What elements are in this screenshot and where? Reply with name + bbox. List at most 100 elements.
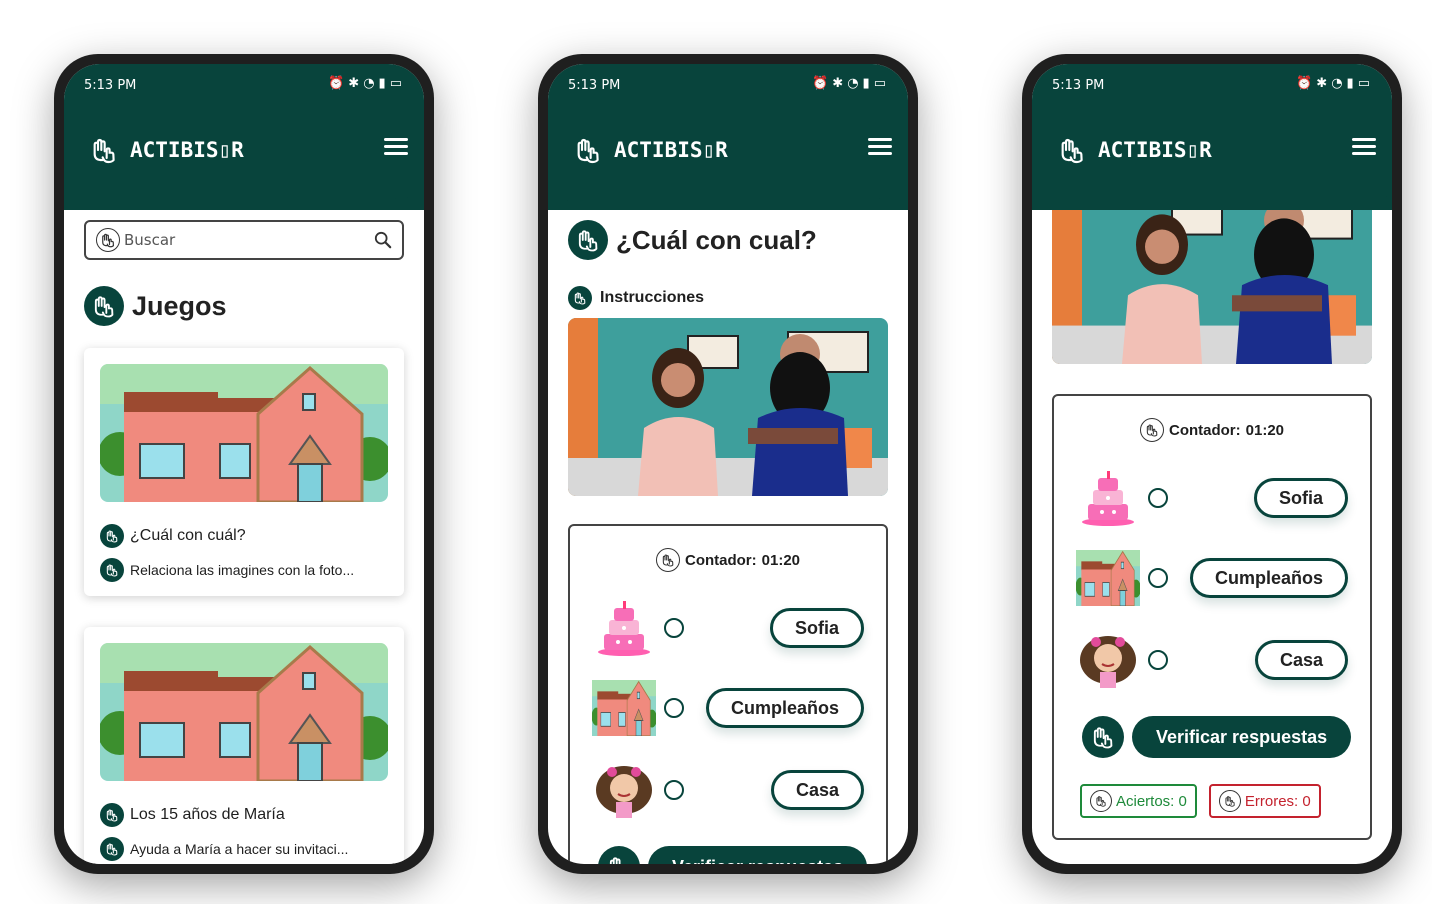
match-radio[interactable] bbox=[664, 780, 684, 800]
search-input[interactable]: Buscar bbox=[124, 231, 374, 249]
logo-hands-icon bbox=[1048, 134, 1096, 166]
sign-language-icon[interactable] bbox=[84, 286, 124, 326]
wifi-icon: ◔ bbox=[363, 76, 379, 91]
word-button[interactable]: Cumpleaños bbox=[1189, 558, 1348, 598]
match-radio[interactable] bbox=[1148, 488, 1168, 508]
hamburger-menu-icon[interactable] bbox=[384, 138, 408, 156]
word-button[interactable]: Sofia bbox=[1253, 478, 1348, 518]
match-radio[interactable] bbox=[664, 618, 684, 638]
sign-language-icon bbox=[96, 228, 120, 252]
page-title-label: ¿Cuál con cual? bbox=[616, 224, 817, 255]
sign-language-icon[interactable] bbox=[100, 837, 124, 861]
word-button[interactable]: Sofia bbox=[769, 608, 864, 648]
bluetooth-icon: ✱ bbox=[832, 76, 848, 91]
match-row: Cumpleaños bbox=[570, 680, 886, 740]
status-time: 5:13 PM bbox=[568, 78, 621, 93]
section-title-label: Juegos bbox=[132, 290, 227, 321]
match-radio[interactable] bbox=[1148, 568, 1168, 588]
word-button[interactable]: Casa bbox=[770, 770, 864, 810]
game-title: Los 15 años de María bbox=[130, 806, 285, 823]
wifi-icon: ◔ bbox=[847, 76, 863, 91]
screen-games-list: 5:13 PM ⏰✱◔▮▭ ACTIBIS▯R Buscar Juegos ¿C… bbox=[64, 64, 424, 864]
sign-language-icon[interactable] bbox=[100, 803, 124, 827]
error-count-label: Errores: 0 bbox=[1244, 792, 1311, 810]
phone-frame-game-scrolled: 5:13 PM ⏰✱◔▮▭ ACTIBIS▯R Contador: 01:20 bbox=[1022, 54, 1402, 874]
matching-game-box: Contador: 01:20 Sofia Cumpleaños Casa bbox=[568, 524, 888, 864]
counter-label: Contador: bbox=[1168, 421, 1241, 439]
game-thumbnail bbox=[100, 364, 388, 502]
screen-game-scrolled: 5:13 PM ⏰✱◔▮▭ ACTIBIS▯R Contador: 01:20 bbox=[1032, 64, 1392, 864]
battery-icon: ▭ bbox=[389, 76, 406, 91]
hamburger-menu-icon[interactable] bbox=[1352, 138, 1376, 156]
matching-game-box: Contador: 01:20 Sofia Cumpleaños Casa bbox=[1052, 394, 1372, 840]
match-row: Sofia bbox=[570, 600, 886, 660]
alarm-icon: ⏰ bbox=[812, 76, 833, 91]
header-wave bbox=[1032, 184, 1392, 203]
app-logo[interactable]: ACTIBIS▯R bbox=[564, 134, 728, 166]
sign-language-icon[interactable] bbox=[1090, 790, 1112, 812]
sign-language-icon[interactable] bbox=[100, 558, 124, 582]
house-image[interactable] bbox=[592, 680, 656, 736]
instructions-heading: Instrucciones bbox=[568, 286, 704, 310]
status-icons: ⏰✱◔▮▭ bbox=[1296, 76, 1374, 91]
match-row: Cumpleaños bbox=[1054, 550, 1370, 610]
cake-image[interactable] bbox=[1076, 470, 1140, 526]
logo-text: ACTIBIS▯R bbox=[1098, 138, 1212, 162]
word-button[interactable]: Cumpleaños bbox=[705, 688, 864, 728]
counter-label: Contador: bbox=[684, 551, 757, 569]
alarm-icon: ⏰ bbox=[1296, 76, 1317, 91]
sign-language-icon[interactable] bbox=[100, 524, 124, 548]
bluetooth-icon: ✱ bbox=[1316, 76, 1332, 91]
sign-language-icon[interactable] bbox=[1139, 418, 1164, 442]
verify-answers-button[interactable]: Verificar respuestas bbox=[648, 846, 868, 864]
sign-language-icon[interactable] bbox=[1082, 716, 1124, 758]
error-count-badge: Errores: 0 bbox=[1208, 784, 1321, 818]
app-logo[interactable]: ACTIBIS▯R bbox=[1048, 134, 1212, 166]
word-button[interactable]: Casa bbox=[1254, 640, 1348, 680]
game-thumbnail bbox=[100, 643, 388, 781]
correct-count-label: Aciertos: 0 bbox=[1116, 792, 1187, 810]
game-description: Relaciona las imagines con la foto... bbox=[130, 562, 355, 578]
instructions-label: Instrucciones bbox=[600, 289, 705, 306]
app-logo[interactable]: ACTIBIS▯R bbox=[80, 134, 244, 166]
score-row: Aciertos: 0 Errores: 0 bbox=[1080, 784, 1321, 818]
logo-hands-icon bbox=[564, 134, 612, 166]
logo-hands-icon bbox=[80, 134, 128, 166]
sign-language-icon[interactable] bbox=[1218, 790, 1241, 812]
match-radio[interactable] bbox=[664, 698, 684, 718]
cake-image[interactable] bbox=[592, 600, 656, 656]
signal-icon: ▮ bbox=[1346, 76, 1358, 91]
sign-language-icon[interactable] bbox=[655, 548, 680, 572]
sign-language-icon[interactable] bbox=[568, 286, 592, 310]
page-title: ¿Cuál con cual? bbox=[568, 220, 817, 260]
header-wave bbox=[548, 184, 908, 203]
verify-answers-button[interactable]: Verificar respuestas bbox=[1132, 716, 1352, 758]
verify-row: Verificar respuestas bbox=[598, 846, 868, 864]
status-time: 5:13 PM bbox=[1052, 78, 1105, 93]
instructions-video[interactable] bbox=[568, 318, 888, 496]
match-row: Sofia bbox=[1054, 470, 1370, 530]
match-row: Casa bbox=[1054, 632, 1370, 692]
logo-text: ACTIBIS▯R bbox=[130, 138, 244, 162]
sign-language-icon[interactable] bbox=[598, 846, 640, 864]
search-bar[interactable]: Buscar bbox=[84, 220, 404, 260]
bluetooth-icon: ✱ bbox=[348, 76, 364, 91]
match-row: Casa bbox=[570, 762, 886, 822]
counter-value: 01:20 bbox=[761, 551, 801, 569]
alarm-icon: ⏰ bbox=[328, 76, 349, 91]
match-radio[interactable] bbox=[1148, 650, 1168, 670]
girl-image[interactable] bbox=[1076, 632, 1140, 688]
game-title: ¿Cuál con cuál? bbox=[130, 527, 246, 544]
house-image[interactable] bbox=[1076, 550, 1140, 606]
phone-frame-game-detail: 5:13 PM ⏰✱◔▮▭ ACTIBIS▯R ¿Cuál con cual? … bbox=[538, 54, 918, 874]
header-wave bbox=[64, 184, 424, 203]
screen-game-detail: 5:13 PM ⏰✱◔▮▭ ACTIBIS▯R ¿Cuál con cual? … bbox=[548, 64, 908, 864]
search-icon[interactable] bbox=[374, 231, 392, 249]
hamburger-menu-icon[interactable] bbox=[868, 138, 892, 156]
girl-image[interactable] bbox=[592, 762, 656, 818]
counter-value: 01:20 bbox=[1245, 421, 1285, 439]
game-card[interactable]: ¿Cuál con cuál? Relaciona las imagines c… bbox=[84, 348, 404, 596]
sign-language-icon[interactable] bbox=[568, 220, 608, 260]
logo-text: ACTIBIS▯R bbox=[614, 138, 728, 162]
game-card[interactable]: Los 15 años de María Ayuda a María a hac… bbox=[84, 627, 404, 864]
